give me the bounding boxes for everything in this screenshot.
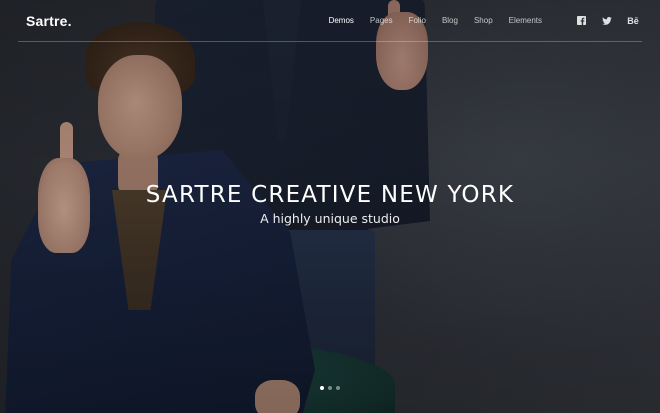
nav-item-shop[interactable]: Shop [474,16,493,25]
slider-dot-1[interactable] [320,386,324,390]
nav-item-pages[interactable]: Pages [370,16,393,25]
social-links: Bē [564,14,642,28]
twitter-icon[interactable] [598,14,616,28]
hero-title: SARTRE CREATIVE NEW YORK [145,182,515,208]
twitter-glyph [602,16,612,25]
facebook-icon[interactable] [572,14,590,28]
slider-dot-3[interactable] [336,386,340,390]
slider-dot-2[interactable] [328,386,332,390]
slider-dots [0,386,660,390]
hero-section: Sartre. Demos Pages Folio Blog Shop Elem… [0,0,660,413]
nav-item-elements[interactable]: Elements [509,16,542,25]
nav-item-folio[interactable]: Folio [409,16,426,25]
nav-item-demos[interactable]: Demos [329,16,354,25]
main-nav: Demos Pages Folio Blog Shop Elements Bē [313,14,642,28]
behance-glyph: Bē [627,15,639,26]
facebook-glyph [576,16,586,25]
site-logo[interactable]: Sartre. [26,13,72,29]
behance-icon[interactable]: Bē [624,14,642,28]
hero-subtitle: A highly unique studio [260,211,400,226]
site-header: Sartre. Demos Pages Folio Blog Shop Elem… [18,0,642,42]
hero-text: SARTRE CREATIVE NEW YORK A highly unique… [0,182,660,226]
nav-item-blog[interactable]: Blog [442,16,458,25]
